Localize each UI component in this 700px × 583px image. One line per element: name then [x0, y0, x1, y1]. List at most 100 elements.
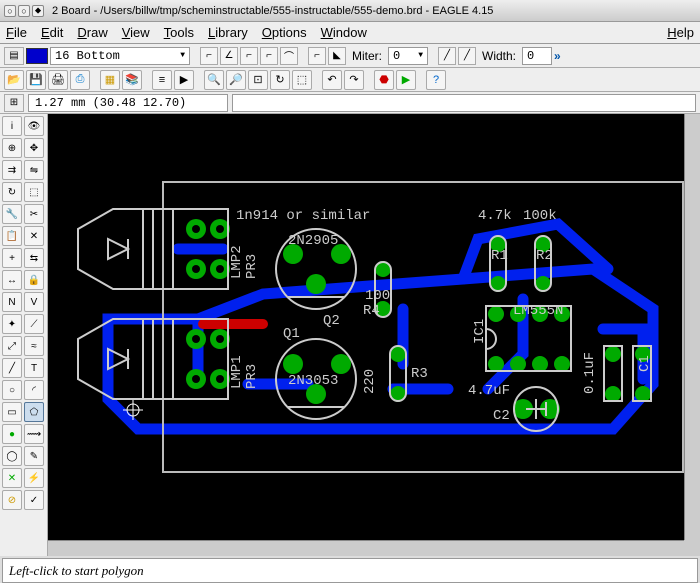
zoom-in-button[interactable]: 🔍 — [204, 70, 224, 90]
name-tool[interactable]: N — [2, 292, 22, 312]
menu-library[interactable]: Library — [208, 25, 248, 40]
delete-tool[interactable]: ✕ — [24, 226, 44, 246]
chevron-down-icon: ▼ — [180, 51, 185, 60]
redo-button[interactable]: ↷ — [344, 70, 364, 90]
replace-tool[interactable]: ↔ — [2, 270, 22, 290]
mirror-tool[interactable]: ⇋ — [24, 160, 44, 180]
paste-tool[interactable]: 📋 — [2, 226, 22, 246]
group-tool[interactable]: ⬚ — [24, 182, 44, 202]
maximize-button[interactable]: ⬥ — [32, 5, 44, 17]
go-button[interactable]: ▶ — [396, 70, 416, 90]
drc-tool[interactable]: ✓ — [24, 490, 44, 510]
smash-tool[interactable]: ✦ — [2, 314, 22, 334]
miter-tool[interactable]: ⟋ — [24, 314, 44, 334]
miter-input[interactable]: 0 ▼ — [388, 47, 428, 65]
vertical-scrollbar[interactable] — [684, 114, 700, 540]
pcb-label: R3 — [411, 366, 428, 382]
rotate-tool[interactable]: ↻ — [2, 182, 22, 202]
menu-view[interactable]: View — [122, 25, 150, 40]
cornerstyle-1[interactable]: ⌐ — [308, 47, 326, 65]
cornerstyle-2[interactable]: ◣ — [328, 47, 346, 65]
zoom-select-button[interactable]: ⬚ — [292, 70, 312, 90]
rect-tool[interactable]: ▭ — [2, 402, 22, 422]
menu-help[interactable]: Help — [667, 25, 694, 40]
command-input[interactable] — [232, 94, 696, 112]
split-tool[interactable]: ⤢ — [2, 336, 22, 356]
lock-tool[interactable]: 🔒 — [24, 270, 44, 290]
print-button[interactable]: 🖨 — [48, 70, 68, 90]
linestyle-2[interactable]: ╱ — [458, 47, 476, 65]
board-button[interactable]: ▦ — [100, 70, 120, 90]
optimize-tool[interactable]: ≈ — [24, 336, 44, 356]
mark-tool[interactable]: ⊕ — [2, 138, 22, 158]
hole-tool[interactable]: ◯ — [2, 446, 22, 466]
pinswap-tool[interactable]: ⇆ — [24, 248, 44, 268]
change-tool[interactable]: 🔧 — [2, 204, 22, 224]
zoom-out-button[interactable]: 🔎 — [226, 70, 246, 90]
stop-button[interactable]: ⬣ — [374, 70, 394, 90]
wire-tool[interactable]: ╱ — [2, 358, 22, 378]
menu-window[interactable]: Window — [321, 25, 367, 40]
copy-tool[interactable]: ⇉ — [2, 160, 22, 180]
menu-file[interactable]: File — [6, 25, 27, 40]
layer-select[interactable]: 16 Bottom ▼ — [50, 47, 190, 65]
arc-tool[interactable]: ◜ — [24, 380, 44, 400]
add-tool[interactable]: + — [2, 248, 22, 268]
zoom-fit-button[interactable]: ⊡ — [248, 70, 268, 90]
zoom-redraw-button[interactable]: ↻ — [270, 70, 290, 90]
signal-tool[interactable]: ⟿ — [24, 424, 44, 444]
width-label: Width: — [478, 49, 520, 63]
value-tool[interactable]: V — [24, 292, 44, 312]
wirestyle-3[interactable]: ⌐ — [240, 47, 258, 65]
attribute-tool[interactable]: ✎ — [24, 446, 44, 466]
run-button[interactable]: ▶ — [174, 70, 194, 90]
wirestyle-2[interactable]: ∠ — [220, 47, 238, 65]
sysmenu-icon[interactable]: ○ — [4, 5, 16, 17]
help-button[interactable]: ? — [426, 70, 446, 90]
wirestyle-5[interactable]: ⌒ — [280, 47, 298, 65]
minimize-button[interactable]: ○ — [18, 5, 30, 17]
open-button[interactable]: 📂 — [4, 70, 24, 90]
horizontal-scrollbar[interactable] — [48, 540, 684, 556]
cam-button[interactable]: ⎙ — [70, 70, 90, 90]
param-menu-icon[interactable]: ▤ — [4, 47, 24, 65]
circle-tool[interactable]: ○ — [2, 380, 22, 400]
pcb-label: 2N2905 — [288, 233, 338, 249]
undo-button[interactable]: ↶ — [322, 70, 342, 90]
wirestyle-4[interactable]: ⌐ — [260, 47, 278, 65]
grid-button[interactable]: ⊞ — [4, 94, 24, 112]
ratsnest-tool[interactable]: ✕ — [2, 468, 22, 488]
linestyle-1[interactable]: ╱ — [438, 47, 456, 65]
wirestyle-1[interactable]: ⌐ — [200, 47, 218, 65]
pcb-label: LMP2 — [229, 245, 245, 279]
library-button[interactable]: 📚 — [122, 70, 142, 90]
move-tool[interactable]: ✥ — [24, 138, 44, 158]
display-tool[interactable]: 👁 — [24, 116, 44, 136]
width-input[interactable]: 0 — [522, 47, 552, 65]
pcb-label: 100 — [365, 288, 390, 304]
layer-color-swatch[interactable] — [26, 48, 48, 64]
status-bar: Left-click to start polygon — [2, 558, 698, 583]
header-toolbar: 📂 💾 🖨 ⎙ ▦ 📚 ≡ ▶ 🔍 🔎 ⊡ ↻ ⬚ ↶ ↷ ⬣ ▶ ? — [0, 68, 700, 92]
cut-tool[interactable]: ✂ — [24, 204, 44, 224]
canvas[interactable]: 1n914 or similar 2N2905 Q2 Q1 2N3053 LMP… — [48, 114, 700, 556]
pcb-label: Q2 — [323, 313, 340, 329]
scroll-corner — [684, 540, 700, 556]
menu-edit[interactable]: Edit — [41, 25, 63, 40]
menu-draw[interactable]: Draw — [77, 25, 107, 40]
pcb-label: PR3 — [244, 254, 260, 279]
script-button[interactable]: ≡ — [152, 70, 172, 90]
titlebar: ○ ○ ⬥ 2 Board - /Users/billw/tmp/schemin… — [0, 0, 700, 22]
polygon-tool[interactable]: ⬠ — [24, 402, 44, 422]
erc-tool[interactable]: ⊘ — [2, 490, 22, 510]
menu-tools[interactable]: Tools — [164, 25, 194, 40]
text-tool[interactable]: T — [24, 358, 44, 378]
more-icon[interactable]: » — [554, 49, 561, 63]
layer-select-label: 16 Bottom — [55, 49, 120, 63]
save-button[interactable]: 💾 — [26, 70, 46, 90]
via-tool[interactable]: ● — [2, 424, 22, 444]
auto-tool[interactable]: ⚡ — [24, 468, 44, 488]
info-tool[interactable]: i — [2, 116, 22, 136]
miter-label: Miter: — [348, 49, 386, 63]
menu-options[interactable]: Options — [262, 25, 307, 40]
